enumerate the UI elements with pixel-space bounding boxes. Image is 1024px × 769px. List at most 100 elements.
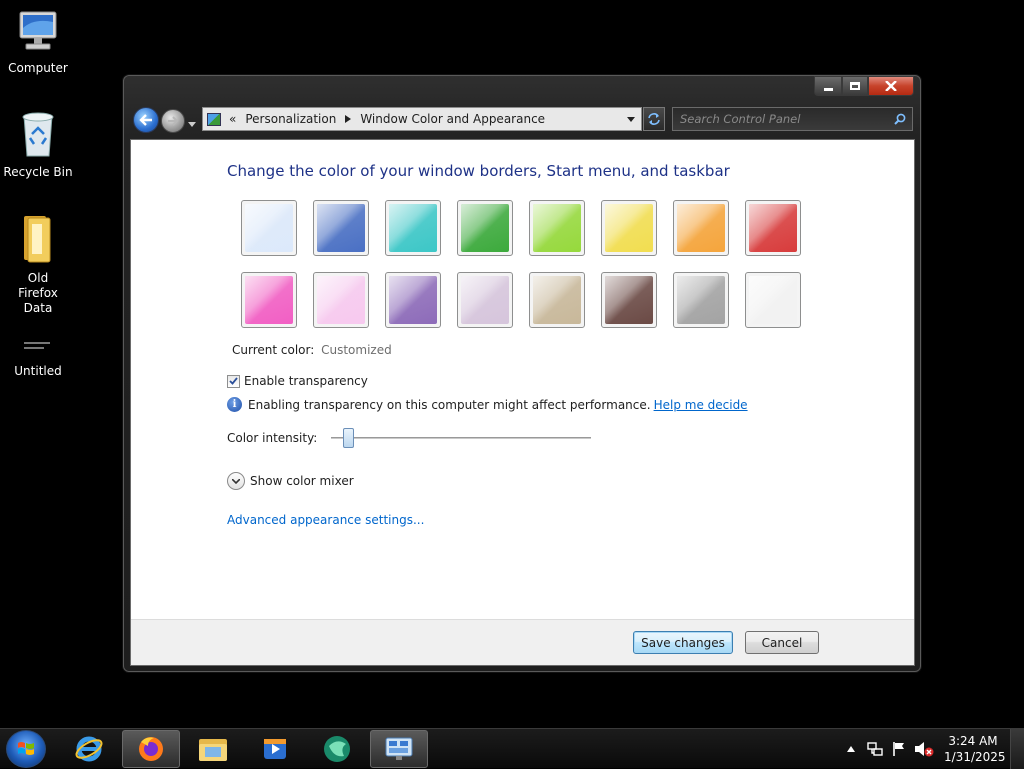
color-swatch-lime[interactable] <box>529 200 585 256</box>
search-input[interactable]: Search Control Panel <box>672 107 913 131</box>
content-pane: Change the color of your window borders,… <box>130 139 915 666</box>
back-arrow-icon <box>139 114 152 126</box>
recent-pages-dropdown[interactable] <box>188 116 198 127</box>
color-swatch-pumpkin[interactable] <box>673 200 729 256</box>
network-icon[interactable] <box>867 741 883 757</box>
start-button[interactable] <box>6 730 46 768</box>
swatch-fill <box>605 204 653 252</box>
control-panel-icon <box>207 112 221 126</box>
checkmark-icon <box>229 377 238 385</box>
taskbar-app-globe[interactable] <box>308 730 366 768</box>
chevron-right-icon[interactable] <box>345 115 352 123</box>
color-swatch-twilight[interactable] <box>313 200 369 256</box>
current-color-row: Current color: Customized <box>232 343 392 357</box>
swatch-fill <box>749 204 797 252</box>
color-intensity-label: Color intensity: <box>227 431 318 445</box>
refresh-button[interactable] <box>643 107 665 131</box>
search-icon[interactable] <box>894 113 906 125</box>
breadcrumb-personalization[interactable]: Personalization <box>245 112 336 126</box>
color-swatch-slate[interactable] <box>673 272 729 328</box>
clock-date: 1/31/2025 <box>944 750 1006 764</box>
taskbar-control-panel[interactable] <box>370 730 428 768</box>
action-center-flag-icon[interactable] <box>891 741 907 757</box>
search-placeholder: Search Control Panel <box>680 112 801 126</box>
enable-transparency-row[interactable]: Enable transparency <box>227 374 368 388</box>
caption-buttons <box>814 76 914 96</box>
swatch-fill <box>461 276 509 324</box>
color-swatch-sea[interactable] <box>385 200 441 256</box>
untitled-thumbnail-icon <box>18 330 58 360</box>
swatch-fill <box>245 204 293 252</box>
breadcrumb-overflow[interactable]: « <box>229 112 236 126</box>
desktop-icon-label: Recycle Bin <box>3 165 73 179</box>
swatch-fill <box>245 276 293 324</box>
color-swatch-violet[interactable] <box>385 272 441 328</box>
swatch-fill <box>317 204 365 252</box>
color-swatch-sun[interactable] <box>601 200 657 256</box>
help-me-decide-link[interactable]: Help me decide <box>654 398 748 412</box>
maximize-button[interactable] <box>842 76 868 96</box>
desktop-icon-computer[interactable]: Computer <box>0 8 76 76</box>
swatch-fill <box>389 276 437 324</box>
color-swatch-fuchsia[interactable] <box>241 272 297 328</box>
globe-app-icon <box>324 736 350 762</box>
dialog-footer: Save changes Cancel <box>131 619 914 665</box>
back-button[interactable] <box>133 107 159 133</box>
forward-arrow-icon <box>168 116 179 126</box>
color-swatch-chocolate[interactable] <box>601 272 657 328</box>
color-swatch-blush[interactable] <box>313 272 369 328</box>
firefox-icon <box>139 737 163 761</box>
swatch-fill <box>389 204 437 252</box>
breadcrumb-window-color[interactable]: Window Color and Appearance <box>360 112 545 126</box>
swatch-fill <box>605 276 653 324</box>
transparency-info-row: i Enabling transparency on this computer… <box>227 397 748 412</box>
clock[interactable]: 3:24 AM 1/31/2025 <box>944 733 1006 765</box>
advanced-appearance-link[interactable]: Advanced appearance settings... <box>227 513 424 527</box>
window-color-appearance-window: « Personalization Window Color and Appea… <box>123 75 921 672</box>
swatch-fill <box>533 204 581 252</box>
taskbar-media-player[interactable] <box>246 730 304 768</box>
color-swatch-frost[interactable] <box>745 272 801 328</box>
swatch-fill <box>749 276 797 324</box>
taskbar-file-explorer[interactable] <box>184 730 242 768</box>
color-swatch-sky[interactable] <box>241 200 297 256</box>
folder-icon <box>199 739 227 761</box>
chevron-down-icon <box>188 122 196 127</box>
color-swatch-ruby[interactable] <box>745 200 801 256</box>
color-swatch-taupe[interactable] <box>529 272 585 328</box>
desktop-icon-untitled[interactable]: Untitled <box>0 330 76 379</box>
internet-explorer-icon <box>75 736 103 762</box>
show-color-mixer-toggle[interactable]: Show color mixer <box>227 472 354 490</box>
desktop-icon-recycle-bin[interactable]: Recycle Bin <box>0 110 76 180</box>
enable-transparency-checkbox[interactable] <box>227 374 240 388</box>
desktop-icon-label: Computer <box>8 61 68 75</box>
folder-icon <box>24 216 51 263</box>
info-icon: i <box>227 397 242 412</box>
save-changes-button[interactable]: Save changes <box>633 631 733 654</box>
taskbar-firefox[interactable] <box>122 730 180 768</box>
chevron-down-icon[interactable] <box>627 116 635 122</box>
desktop-icon-label: Untitled <box>14 364 62 378</box>
recycle-bin-icon <box>22 112 54 157</box>
cancel-button[interactable]: Cancel <box>745 631 819 654</box>
volume-muted-icon[interactable] <box>914 741 934 757</box>
show-color-mixer-label[interactable]: Show color mixer <box>250 474 354 488</box>
current-color-label: Current color: <box>232 343 315 357</box>
show-hidden-icons-icon[interactable] <box>847 746 855 752</box>
forward-button[interactable] <box>161 109 185 133</box>
address-bar[interactable]: « Personalization Window Color and Appea… <box>202 107 642 131</box>
minimize-button[interactable] <box>814 76 842 96</box>
taskbar-internet-explorer[interactable] <box>60 730 118 768</box>
swatch-fill <box>461 204 509 252</box>
close-button[interactable] <box>868 76 914 96</box>
info-text: Enabling transparency on this computer m… <box>248 397 651 412</box>
show-desktop-button[interactable] <box>1010 729 1024 769</box>
color-swatch-lavender[interactable] <box>457 272 513 328</box>
color-intensity-slider[interactable] <box>331 428 591 448</box>
slider-thumb[interactable] <box>343 428 354 448</box>
control-panel-icon <box>385 737 413 760</box>
enable-transparency-label[interactable]: Enable transparency <box>244 374 368 388</box>
color-swatch-leaf[interactable] <box>457 200 513 256</box>
expand-chevron-icon[interactable] <box>227 472 245 490</box>
desktop-icon-old-firefox-data[interactable]: Old Firefox Data <box>0 212 76 316</box>
